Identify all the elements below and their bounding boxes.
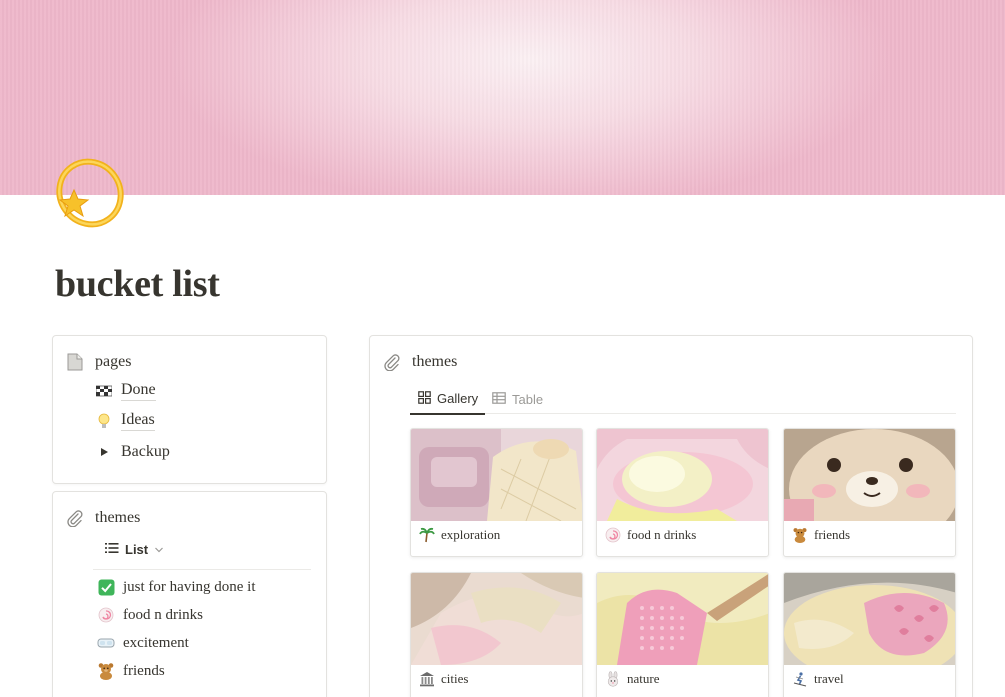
page-link-label: Done xyxy=(121,380,156,401)
gallery-card-cities[interactable]: cities xyxy=(410,572,583,697)
pages-heading: pages xyxy=(95,353,132,370)
tab-table[interactable]: Table xyxy=(492,384,543,414)
list-item[interactable]: food n drinks xyxy=(97,606,203,624)
card-cover-image xyxy=(411,573,582,665)
card-label: friends xyxy=(814,527,851,542)
gallery-card-travel[interactable]: travel xyxy=(783,572,956,697)
toggle-backup[interactable]: Backup xyxy=(95,442,170,462)
gallery-card-friends[interactable]: friends xyxy=(783,428,956,557)
page-doc-icon xyxy=(65,352,85,372)
themes-gallery-heading: themes xyxy=(412,353,458,370)
card-cover-image xyxy=(411,429,582,521)
card-label: exploration xyxy=(441,527,501,542)
card-cover-image xyxy=(597,573,768,665)
chevron-down-icon xyxy=(154,542,164,557)
view-tabs: Gallery Table xyxy=(410,384,956,415)
dizzy-star-icon[interactable] xyxy=(52,156,126,230)
list-view-icon xyxy=(105,542,119,557)
skier-icon xyxy=(792,671,808,687)
tab-label: Table xyxy=(512,391,544,407)
palm-tree-icon xyxy=(419,527,435,543)
goggles-icon xyxy=(97,634,115,652)
classical-building-icon xyxy=(419,671,435,687)
card-cover-image xyxy=(784,429,955,521)
view-switcher-list[interactable]: List xyxy=(105,542,164,557)
fish-cake-icon xyxy=(97,606,115,624)
page-title[interactable]: bucket list xyxy=(55,262,220,306)
paperclip-icon xyxy=(65,508,85,528)
card-caption: exploration xyxy=(419,527,500,543)
toggle-arrow-icon[interactable] xyxy=(95,443,113,461)
gallery-card-exploration[interactable]: exploration xyxy=(410,428,583,557)
card-label: nature xyxy=(627,671,660,686)
card-label: cities xyxy=(441,671,469,686)
checkered-flag-icon xyxy=(95,382,113,400)
card-label: travel xyxy=(814,671,844,686)
teddy-bear-icon xyxy=(792,527,808,543)
list-item[interactable]: friends xyxy=(97,662,165,680)
page-link-label: Ideas xyxy=(121,410,155,431)
table-view-icon xyxy=(492,391,506,407)
themes-gallery-block: themes Gallery Table exploration food n … xyxy=(369,335,973,697)
check-mark-icon xyxy=(97,578,115,596)
list-item-label: friends xyxy=(123,662,165,679)
fish-cake-icon xyxy=(605,527,621,543)
list-item-label: food n drinks xyxy=(123,606,203,623)
gallery-card-food-n-drinks[interactable]: food n drinks xyxy=(596,428,769,557)
pages-block: pages Done Ideas Backup xyxy=(52,335,327,484)
list-item[interactable]: just for having done it xyxy=(97,578,255,596)
themes-gallery-heading-row[interactable]: themes xyxy=(382,352,457,372)
card-caption: food n drinks xyxy=(605,527,696,543)
rabbit-icon xyxy=(605,671,621,687)
gallery-card-nature[interactable]: nature xyxy=(596,572,769,697)
light-bulb-icon xyxy=(95,412,113,430)
list-item-label: excitement xyxy=(123,634,189,651)
page-link-ideas[interactable]: Ideas xyxy=(95,410,155,431)
view-divider xyxy=(93,569,311,570)
themes-list-heading: themes xyxy=(95,509,141,526)
card-label: food n drinks xyxy=(627,527,697,542)
card-caption: nature xyxy=(605,671,659,687)
view-label: List xyxy=(125,542,149,557)
page-cover[interactable] xyxy=(0,0,1005,195)
list-item-label: just for having done it xyxy=(123,578,256,595)
toggle-label: Backup xyxy=(121,443,170,460)
tab-label: Gallery xyxy=(437,391,479,406)
themes-list-heading-row[interactable]: themes xyxy=(65,508,140,528)
page-link-done[interactable]: Done xyxy=(95,380,156,401)
paperclip-icon xyxy=(382,352,402,372)
teddy-bear-icon xyxy=(97,662,115,680)
card-caption: travel xyxy=(792,671,844,687)
gallery-view-icon xyxy=(418,390,431,407)
list-item[interactable]: excitement xyxy=(97,634,189,652)
pages-heading-row[interactable]: pages xyxy=(65,352,131,372)
card-caption: cities xyxy=(419,671,468,687)
tab-gallery[interactable]: Gallery xyxy=(410,384,485,415)
card-cover-image xyxy=(784,573,955,665)
themes-list-block: themes List just for having done it food… xyxy=(52,491,327,697)
card-cover-image xyxy=(597,429,768,521)
card-caption: friends xyxy=(792,527,850,543)
